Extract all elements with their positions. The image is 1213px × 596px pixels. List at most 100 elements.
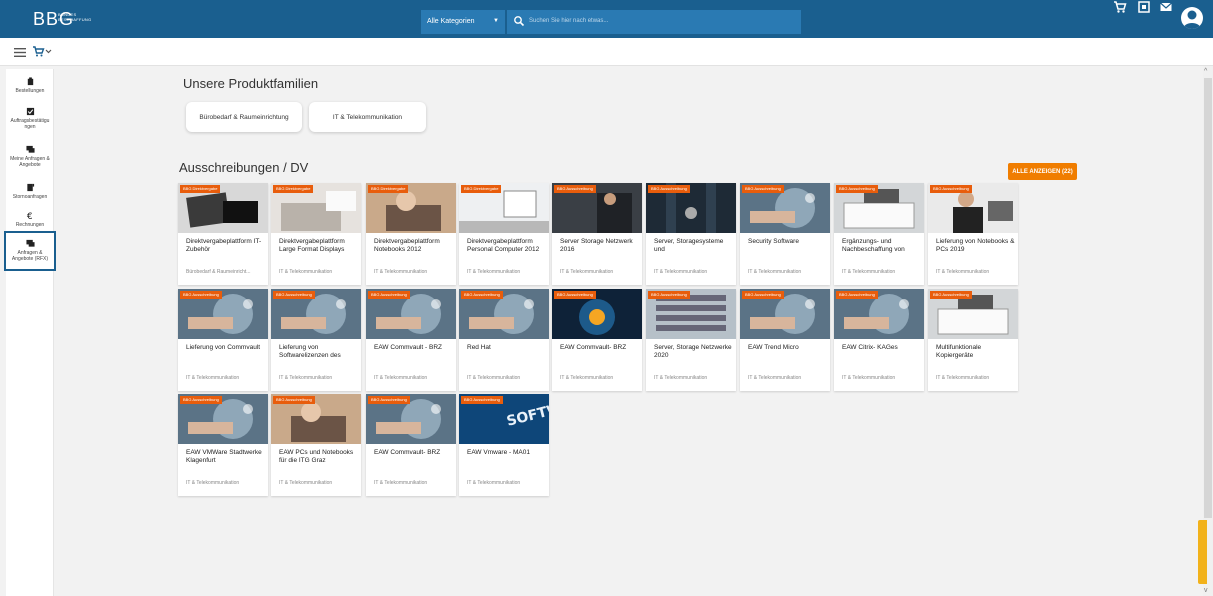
sub-toolbar [0,38,1213,66]
tender-card[interactable]: BBG Ausschreibung Lieferung von Notebooks… [928,183,1018,285]
card-category: Bürobedarf & Raumeinricht... [186,269,251,275]
tender-card[interactable]: BBG Ausschreibung EAW Commvault- BRZ IT & … [366,394,456,496]
scrollbar-thumb[interactable] [1204,78,1212,518]
tender-card[interactable]: BBG Ausschreibung EAW Commvault - BRZ IT &… [366,289,456,391]
menu-icon[interactable] [14,48,26,57]
tender-card[interactable]: BBG Ausschreibung Multifunktionale Kopier… [928,289,1018,391]
card-badge: BBG Direktvergabe [273,185,314,193]
tender-card[interactable]: SOFTWARE BBG Ausschreibung EAW Vmware - MA… [459,394,549,496]
feedback-tab[interactable] [1198,520,1207,584]
search-icon [514,16,525,27]
card-badge: BBG Ausschreibung [836,185,878,193]
card-category: IT & Telekommunikation [467,480,521,486]
card-badge: BBG Ausschreibung [648,291,690,299]
logo-subtitle: BUNDES BESCHAFFUNG [58,12,92,22]
show-all-button[interactable]: ALLE ANZEIGEN (22) [1008,163,1077,180]
category-select[interactable]: Alle Kategorien ▼ [421,10,505,34]
sidebar-item-stornoanfragen[interactable]: Stornoanfragen [6,183,54,200]
tender-card[interactable]: BBG Ausschreibung EAW PCs und Notebooks f… [271,394,361,496]
tender-card[interactable]: BBG Ausschreibung EAW Trend Micro IT & Tel… [740,289,830,391]
tender-card[interactable]: BBG Ausschreibung Server, Storage Netzwer… [646,289,736,391]
card-title: Multifunktionale Kopiergeräte [936,344,982,359]
cancel-icon [26,183,34,192]
card-badge: BBG Ausschreibung [742,291,784,299]
tender-card[interactable]: BBG Ausschreibung EAW Citrix- KAGes IT & T… [834,289,924,391]
family-button-it-telekommunikation[interactable]: IT & Telekommunikation [309,102,426,132]
card-category: IT & Telekommunikation [748,269,802,275]
order-icon [27,77,33,86]
sidebar-item-label: Rechnungen [15,222,45,228]
chevron-down-icon: ▼ [493,18,499,24]
sidebar-item-bestellungen[interactable]: Bestellungen [6,77,54,94]
card-category: IT & Telekommunikation [279,269,333,275]
search-input[interactable]: Suchen Sie hier nach etwas... [507,10,801,34]
sidebar-item-auftragsbestaetigungen[interactable]: Auftragsbestätigungen [6,107,54,130]
card-badge: BBG Ausschreibung [273,291,315,299]
tender-card[interactable]: BBG Ausschreibung Server, Storagesysteme … [646,183,736,285]
card-title: Direktvergabeplattform Notebooks 2012 [374,238,440,253]
card-badge: BBG Ausschreibung [461,291,503,299]
card-badge: BBG Ausschreibung [368,291,410,299]
card-badge: BBG Ausschreibung [554,185,596,193]
card-badge: BBG Ausschreibung [180,291,222,299]
user-avatar[interactable] [1181,7,1203,29]
card-title: Server, Storage Netzwerke 2020 [654,344,732,359]
tender-card[interactable]: BBG Direktvergabe Direktvergabeplattform … [271,183,361,285]
cart-icon[interactable] [1113,0,1127,14]
card-category: IT & Telekommunikation [560,269,614,275]
left-sidebar: Bestellungen Auftragsbestätigungen Meine… [4,69,56,596]
tender-card[interactable]: BBG Direktvergabe Direktvergabeplattform … [459,183,549,285]
tenders-title: Ausschreibungen / DV [179,160,309,175]
card-title: EAW Commvault - BRZ [374,344,443,351]
mail-icon[interactable] [1159,0,1173,14]
tender-card[interactable]: BBG Ausschreibung Red Hat IT & Telekommuni… [459,289,549,391]
card-category: IT & Telekommunikation [374,269,428,275]
tender-card[interactable]: BBG Ausschreibung Server Storage Netzwerk… [552,183,642,285]
card-title: Red Hat [467,344,491,351]
scroll-up-icon[interactable]: ^ [1204,68,1207,75]
tender-card[interactable]: BBG Ausschreibung EAW VMWare Stadtwerke K… [178,394,268,496]
sidebar-item-meine-anfragen[interactable]: Meine Anfragen & Angebote [6,145,54,168]
card-title: Lieferung von Notebooks & PCs 2019 [936,238,1015,253]
card-title: Lieferung von Commvault [186,344,261,351]
card-category: IT & Telekommunikation [186,480,240,486]
scrollbar[interactable]: ^ v [1203,66,1213,596]
tender-card[interactable]: BBG Ausschreibung EAW Commvault- BRZ IT & … [552,289,642,391]
card-category: IT & Telekommunikation [279,375,333,381]
tasks-icon[interactable] [1137,0,1151,14]
card-title: EAW Trend Micro [748,344,799,351]
card-category: IT & Telekommunikation [936,375,990,381]
card-title: EAW PCs und Notebooks für die ITG Graz [279,449,354,464]
card-title: Direktvergabeplattform IT-Zubehör [186,238,262,253]
card-badge: BBG Ausschreibung [461,396,503,404]
card-category: IT & Telekommunikation [186,375,240,381]
card-badge: BBG Ausschreibung [273,396,315,404]
user-icon [1183,10,1201,29]
tender-card[interactable]: BBG Ausschreibung Lieferung von Softwarel… [271,289,361,391]
sidebar-item-rechnungen[interactable]: € Rechnungen [6,211,54,228]
sidebar-item-rfx[interactable]: Anfragen & Angebote (RFX) [4,231,56,271]
card-badge: BBG Ausschreibung [930,185,972,193]
card-badge: BBG Ausschreibung [930,291,972,299]
family-button-buerobedarf[interactable]: Bürobedarf & Raumeinrichtung [186,102,302,132]
card-category: IT & Telekommunikation [748,375,802,381]
card-category: IT & Telekommunikation [374,480,428,486]
scroll-down-icon[interactable]: v [1204,587,1208,594]
confirm-icon [26,107,34,116]
card-category: IT & Telekommunikation [467,269,521,275]
sidebar-item-label: Bestellungen [15,88,45,94]
tender-card[interactable]: BBG Ausschreibung Security Software IT & T… [740,183,830,285]
card-category: IT & Telekommunikation [842,269,896,275]
tender-card[interactable]: BBG Direktvergabe Direktvergabeplattform … [366,183,456,285]
rfx-icon [25,239,35,247]
card-badge: BBG Direktvergabe [180,185,221,193]
tender-card[interactable]: BBG Ausschreibung Ergänzungs- und Nachbes… [834,183,924,285]
card-title: Lieferung von Softwarelizenzen des [279,344,341,359]
card-category: IT & Telekommunikation [279,480,333,486]
card-category: IT & Telekommunikation [560,375,614,381]
euro-icon: € [26,212,32,220]
tender-card[interactable]: BBG Ausschreibung Lieferung von Commvault… [178,289,268,391]
tender-card[interactable]: BBG Direktvergabe Direktvergabeplattform … [178,183,268,285]
cart-dropdown-icon[interactable] [32,46,52,58]
card-title: Direktvergabeplattform Large Format Disp… [279,238,345,253]
